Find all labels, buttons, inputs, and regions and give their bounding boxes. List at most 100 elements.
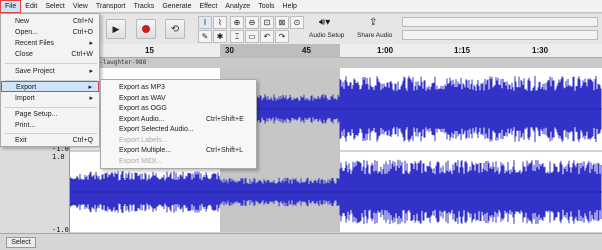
menu-separator (5, 63, 97, 64)
trim-icon: ⌶ (234, 31, 240, 41)
envelope-tool-icon: ⌇ (218, 18, 222, 27)
menu-item-label: Export MIDI... (119, 157, 162, 165)
file-menu-print[interactable]: Print... (1, 120, 99, 131)
menu-item-label: Page Setup... (15, 111, 58, 118)
select-button[interactable]: Select (6, 237, 36, 248)
tick-label: 1:00 (377, 46, 394, 55)
submenu-arrow-icon: ▸ (89, 95, 93, 102)
clip-name: and-his-laughter-988 (70, 58, 602, 68)
share-audio-label: Share Audio (357, 32, 393, 39)
recording-meter[interactable] (402, 30, 598, 40)
submenu-arrow-icon: ▸ (88, 84, 92, 91)
menu-help[interactable]: Help (279, 0, 301, 13)
file-menu-recent-files[interactable]: Recent Files ▸ (1, 38, 99, 49)
playback-meter[interactable] (402, 17, 598, 27)
zoom-out-icon: ⊖ (248, 18, 256, 27)
share-icon: ⇪ (369, 17, 378, 28)
fit-project-button[interactable]: ⊠ (275, 16, 289, 29)
timeline-ruler[interactable]: 15 30 45 1:00 1:15 1:30 (70, 44, 602, 58)
selection-tool[interactable]: I (198, 16, 212, 29)
file-menu-open[interactable]: Open... Ctrl+O (1, 27, 99, 38)
play-icon: ▶ (112, 23, 120, 34)
export-as-mp3[interactable]: Export as MP3 (101, 83, 256, 94)
menu-tracks[interactable]: Tracks (130, 0, 159, 13)
menu-item-label: Export as MP3 (119, 84, 165, 91)
loop-icon: ⟲ (170, 23, 180, 35)
share-audio-button[interactable]: ⇪ Share Audio (356, 17, 396, 41)
menu-item-label: Save Project (15, 68, 55, 75)
file-menu-page-setup[interactable]: Page Setup... (1, 109, 99, 120)
speaker-icon: 🔊︎▾ (319, 17, 331, 28)
menu-bar: File Edit Select View Transport Tracks G… (0, 0, 602, 13)
menu-item-shortcut: Ctrl+Shift+E (206, 115, 244, 123)
silence-button[interactable]: ▭ (245, 30, 259, 43)
file-menu: New Ctrl+N Open... Ctrl+O Recent Files ▸… (0, 13, 100, 147)
file-menu-new[interactable]: New Ctrl+N (1, 16, 99, 27)
draw-tool[interactable]: ✎ (198, 30, 212, 43)
menu-generate[interactable]: Generate (158, 0, 195, 13)
export-selected-audio[interactable]: Export Selected Audio... (101, 125, 256, 136)
record-icon (142, 25, 150, 33)
file-menu-import[interactable]: Import ▸ (1, 93, 99, 104)
zoom-in-button[interactable]: ⊕ (230, 16, 244, 29)
audio-setup-button[interactable]: 🔊︎▾ Audio Setup (309, 17, 351, 41)
menu-item-shortcut: Ctrl+W (71, 51, 93, 58)
tick-label: 45 (302, 46, 311, 55)
menu-file[interactable]: File (0, 0, 22, 13)
menu-separator (5, 107, 97, 108)
zoom-toggle-button[interactable]: ⊙ (290, 16, 304, 29)
file-menu-exit[interactable]: Exit Ctrl+Q (1, 135, 99, 146)
menu-tools[interactable]: Tools (254, 0, 278, 13)
tick-label: 1:15 (454, 46, 471, 55)
selection-tool-icon: I (203, 18, 207, 27)
envelope-tool[interactable]: ⌇ (213, 16, 227, 29)
file-menu-export[interactable]: Export ▸ (1, 81, 99, 92)
menu-item-label: Recent Files (15, 40, 54, 47)
bottom-bar: Select (0, 233, 602, 250)
multi-tool[interactable]: ✱ (213, 30, 227, 43)
menu-item-label: Export Audio... (119, 115, 165, 123)
silence-icon: ▭ (248, 32, 256, 41)
menu-item-shortcut: Ctrl+Shift+L (206, 147, 243, 154)
menu-select[interactable]: Select (41, 0, 68, 13)
menu-transport[interactable]: Transport (92, 0, 130, 13)
export-as-ogg[interactable]: Export as OGG (101, 104, 256, 115)
menu-item-label: Exit (15, 137, 27, 144)
export-as-wav[interactable]: Export as WAV (101, 94, 256, 105)
file-menu-close[interactable]: Close Ctrl+W (1, 49, 99, 60)
undo-icon: ↶ (263, 32, 271, 41)
export-labels: Export Labels... (101, 136, 256, 147)
export-submenu: Export as MP3 Export as WAV Export as OG… (100, 79, 257, 169)
scale-label: 1.0 (52, 153, 65, 161)
menu-effect[interactable]: Effect (196, 0, 222, 13)
export-multiple[interactable]: Export Multiple... Ctrl+Shift+L (101, 146, 256, 157)
tick-label: 1:30 (532, 46, 549, 55)
tick-label: 30 (225, 46, 234, 55)
fit-selection-button[interactable]: ⊡ (260, 16, 274, 29)
file-menu-save-project[interactable]: Save Project ▸ (1, 66, 99, 77)
tick-label: 15 (145, 46, 154, 55)
zoom-out-button[interactable]: ⊖ (245, 16, 259, 29)
redo-button[interactable]: ↷ (275, 30, 289, 43)
menu-item-label: Export Selected Audio... (119, 126, 194, 133)
menu-view[interactable]: View (69, 0, 92, 13)
loop-button[interactable]: ⟲ (165, 19, 185, 39)
redo-icon: ↷ (278, 32, 286, 41)
menu-edit[interactable]: Edit (21, 0, 41, 13)
submenu-arrow-icon: ▸ (89, 68, 93, 75)
menu-item-shortcut: Ctrl+Q (72, 137, 93, 144)
trim-button[interactable]: ⌶ (230, 30, 244, 43)
timeline-selection (220, 44, 340, 58)
menu-item-label: Print... (15, 122, 36, 129)
menu-item-label: Export as WAV (119, 94, 166, 102)
undo-button[interactable]: ↶ (260, 30, 274, 43)
play-button[interactable]: ▶ (106, 19, 126, 39)
export-audio[interactable]: Export Audio... Ctrl+Shift+E (101, 115, 256, 126)
record-button[interactable] (136, 19, 156, 39)
menu-item-label: New (15, 18, 30, 25)
menu-item-shortcut: Ctrl+O (72, 29, 93, 36)
menu-analyze[interactable]: Analyze (221, 0, 254, 13)
menu-item-label: Export as OGG (119, 105, 167, 112)
export-midi: Export MIDI... (101, 157, 256, 168)
audio-setup-label: Audio Setup (309, 32, 345, 39)
